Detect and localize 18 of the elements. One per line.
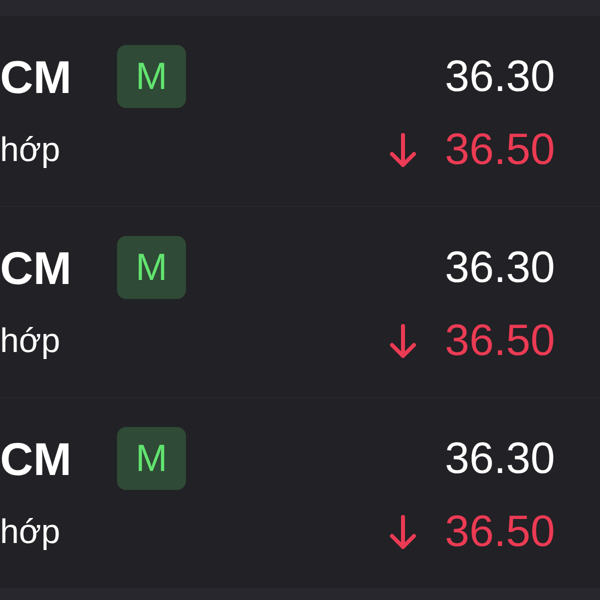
match-label: hớp <box>0 130 60 170</box>
match-label: hớp <box>0 512 60 552</box>
price-text: 36.30 <box>444 246 555 290</box>
stock-row[interactable]: CM M 36.30 hớp 36.50 <box>0 207 600 397</box>
match-price: 36.50 <box>444 510 555 554</box>
stock-row[interactable]: CM M 36.30 hớp 36.50 <box>0 398 600 588</box>
exchange-badge: M <box>117 236 186 299</box>
match-label: hớp <box>0 320 60 362</box>
exchange-badge: M <box>117 45 186 108</box>
match-price: 36.50 <box>444 128 555 172</box>
stock-row[interactable]: CM M 36.30 hớp 36.50 <box>0 16 600 206</box>
price-text: 36.30 <box>444 54 555 98</box>
price-text: 36.30 <box>444 436 555 480</box>
match-price: 36.50 <box>444 319 555 363</box>
stock-symbol: CM <box>0 54 73 100</box>
stock-symbol: CM <box>0 436 73 482</box>
exchange-badge: M <box>117 427 186 490</box>
stock-symbol: CM <box>0 244 73 290</box>
